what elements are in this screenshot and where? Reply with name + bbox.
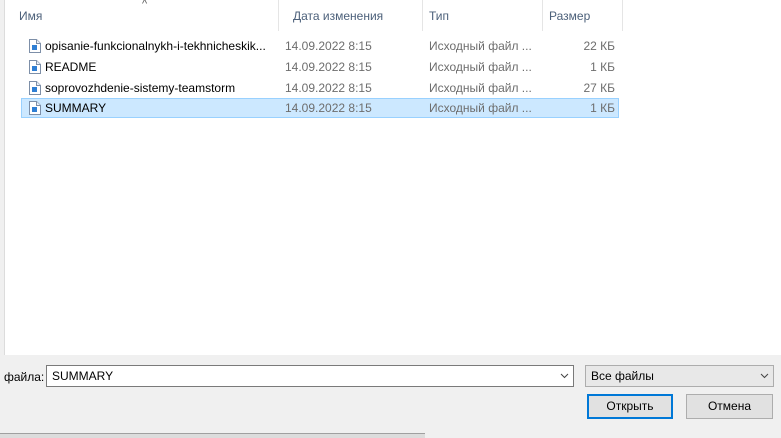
column-header-date-label: Дата изменения [293,9,384,23]
file-date: 14.09.2022 8:15 [285,101,372,115]
file-date: 14.09.2022 8:15 [285,39,372,53]
file-type: Исходный файл ... [429,81,532,95]
chevron-down-icon[interactable] [560,371,569,380]
chevron-down-icon [760,373,769,379]
file-type: Исходный файл ... [429,101,532,115]
source-file-icon [29,39,41,53]
file-size: 22 КБ [583,39,615,53]
file-name: opisanie-funkcionalnykh-i-tekhnicheskik.… [45,39,266,53]
file-row-selected[interactable]: SUMMARY 14.09.2022 8:15 Исходный файл ..… [21,98,619,118]
source-file-icon [29,101,41,115]
column-header-type-label: Тип [429,9,450,23]
file-size: 1 КБ [590,60,615,74]
file-name-value: SUMMARY [52,369,114,383]
column-header-type[interactable]: Тип [423,0,543,31]
column-header-bar: Имя ^ Дата изменения Тип Размер [5,0,781,31]
file-list-view[interactable]: Имя ^ Дата изменения Тип Размер opisanie… [5,0,781,355]
dialog-footer: файла: SUMMARY Все файлы Открыть Отмена [0,356,781,437]
file-name: README [45,60,97,74]
open-button[interactable]: Открыть [587,394,673,419]
column-header-size[interactable]: Размер [543,0,623,31]
file-row[interactable]: opisanie-funkcionalnykh-i-tekhnicheskik.… [21,36,619,56]
file-row[interactable]: soprovozhdenie-sistemy-teamstorm 14.09.2… [21,78,619,98]
file-size: 27 КБ [583,81,615,95]
column-header-name[interactable]: Имя ^ [5,0,279,31]
file-type-filter-value: Все файлы [591,369,654,383]
file-type: Исходный файл ... [429,60,532,74]
source-file-icon [29,60,41,74]
file-name: SUMMARY [45,101,107,115]
file-type: Исходный файл ... [429,39,532,53]
column-header-date[interactable]: Дата изменения [279,0,423,31]
column-header-size-label: Размер [549,9,591,23]
source-file-icon [29,81,41,95]
column-header-name-label: Имя [19,9,43,23]
window-bottom-edge [0,433,425,438]
sort-ascending-icon: ^ [142,0,148,10]
file-date: 14.09.2022 8:15 [285,60,372,74]
file-name-label: файла: [4,370,45,384]
file-name-input[interactable]: SUMMARY [46,365,574,387]
file-date: 14.09.2022 8:15 [285,81,372,95]
file-type-filter-select[interactable]: Все файлы [585,365,774,387]
cancel-button[interactable]: Отмена [686,394,773,419]
file-size: 1 КБ [590,101,615,115]
file-row[interactable]: README 14.09.2022 8:15 Исходный файл ...… [21,57,619,77]
file-name: soprovozhdenie-sistemy-teamstorm [45,81,236,95]
